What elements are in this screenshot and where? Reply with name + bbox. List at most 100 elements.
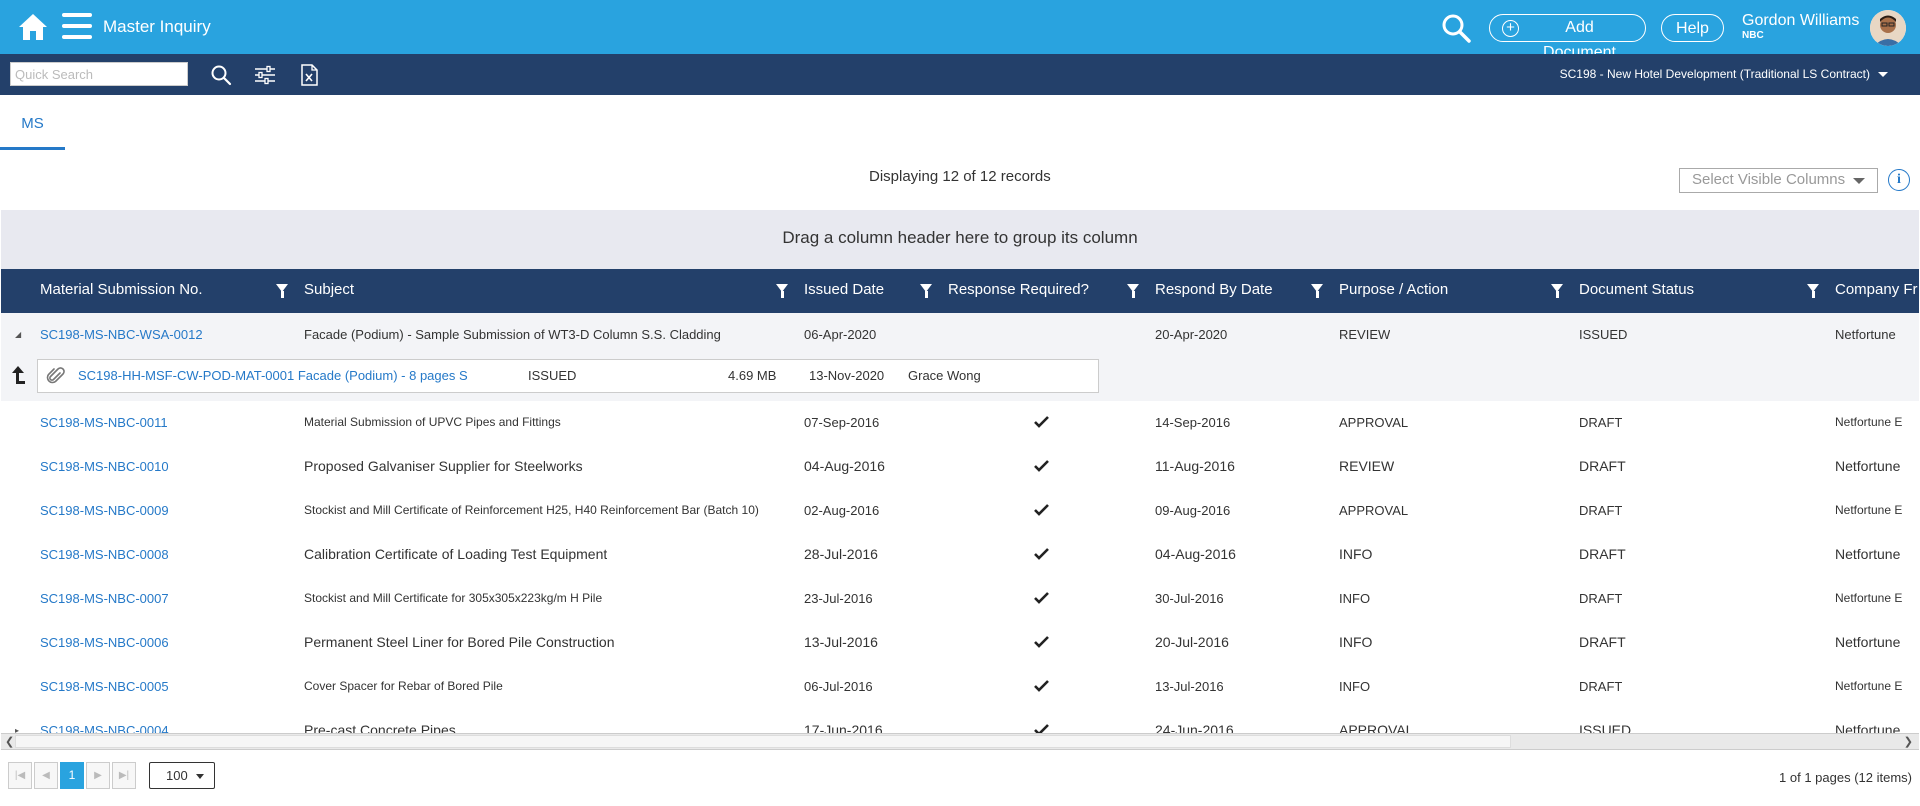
table-row[interactable]: SC198-MS-NBC-0008 Calibration Certificate… xyxy=(1,533,1919,576)
submission-no-link[interactable]: SC198-MS-NBC-0005 xyxy=(40,665,169,708)
company-cell: Netfortune xyxy=(1835,722,1901,733)
prev-page-button[interactable]: ◀ xyxy=(34,762,58,789)
submission-no-link[interactable]: SC198-MS-NBC-0009 xyxy=(40,489,169,532)
next-page-button[interactable]: ▶ xyxy=(86,762,110,789)
scroll-left-icon[interactable]: ❮ xyxy=(5,735,14,748)
project-selector[interactable]: SC198 - New Hotel Development (Tradition… xyxy=(1560,67,1888,81)
status-cell: DRAFT xyxy=(1579,634,1626,650)
submission-no-link[interactable]: SC198-MS-NBC-WSA-0012 xyxy=(40,313,203,356)
column-header-response-required[interactable]: Response Required? xyxy=(948,269,1128,313)
group-by-drop-area[interactable]: Drag a column header here to group its c… xyxy=(1,210,1919,269)
horizontal-scrollbar[interactable]: ❮ ❯ xyxy=(1,733,1919,750)
submission-no-link[interactable]: SC198-MS-NBC-0008 xyxy=(40,533,169,576)
menu-icon[interactable] xyxy=(62,13,92,41)
scroll-right-icon[interactable]: ❯ xyxy=(1904,735,1913,748)
company-cell: Netfortune xyxy=(1835,634,1901,650)
project-name: SC198 - New Hotel Development (Tradition… xyxy=(1559,67,1870,81)
attachment-date: 13-Nov-2020 xyxy=(809,368,885,383)
collapse-icon[interactable]: ◢ xyxy=(15,313,21,356)
pager: |◀ ◀ 1 ▶ ▶| 100 1 of 1 pages (12 items) xyxy=(0,750,1920,806)
expand-icon[interactable]: ▸ xyxy=(15,709,19,733)
chevron-down-icon xyxy=(1878,72,1888,78)
table-row[interactable]: SC198-MS-NBC-0010 Proposed Galvaniser Sup… xyxy=(1,445,1919,488)
respond-by-cell: 14-Sep-2016 xyxy=(1155,415,1231,430)
avatar[interactable] xyxy=(1870,10,1906,46)
purpose-cell: INFO xyxy=(1339,546,1373,562)
top-bar: Master Inquiry + Add Document Help Gordo… xyxy=(0,0,1920,61)
checkmark-icon xyxy=(1034,504,1049,516)
status-cell: DRAFT xyxy=(1579,458,1626,474)
company-cell: Netfortune xyxy=(1835,458,1901,474)
excel-export-icon[interactable] xyxy=(298,64,320,86)
status-cell: DRAFT xyxy=(1579,591,1623,606)
checkmark-icon xyxy=(1034,548,1049,560)
tab-ms[interactable]: MS xyxy=(0,95,65,150)
filter-icon[interactable] xyxy=(1311,284,1323,298)
purpose-cell: INFO xyxy=(1339,634,1373,650)
page-button-current[interactable]: 1 xyxy=(60,762,84,789)
page-info: 1 of 1 pages (12 items) xyxy=(1779,770,1912,785)
company-cell: Netfortune xyxy=(1835,546,1901,562)
first-page-button[interactable]: |◀ xyxy=(8,762,32,789)
column-header-company-from[interactable]: Company Fr xyxy=(1835,269,1919,313)
submission-no-link[interactable]: SC198-MS-NBC-0004 xyxy=(40,709,169,733)
select-columns-label: Select Visible Columns xyxy=(1692,171,1846,188)
status-cell: ISSUED xyxy=(1579,722,1632,733)
quick-search-input[interactable] xyxy=(10,62,188,86)
table-row[interactable]: ◢ SC198-MS-NBC-WSA-0012 Facade (Podium) … xyxy=(1,313,1919,356)
table-row[interactable]: SC198-MS-NBC-0006 Permanent Steel Liner f… xyxy=(1,621,1919,664)
filter-icon[interactable] xyxy=(776,284,788,298)
submission-no-link[interactable]: SC198-MS-NBC-0010 xyxy=(40,445,169,488)
info-icon[interactable]: i xyxy=(1888,169,1910,191)
select-visible-columns-dropdown[interactable]: Select Visible Columns xyxy=(1679,168,1878,193)
respond-by-cell: 24-Jun-2016 xyxy=(1155,722,1234,733)
subject-cell: Calibration Certificate of Loading Test … xyxy=(304,546,608,562)
filter-icon[interactable] xyxy=(276,284,288,298)
column-header-document-status[interactable]: Document Status xyxy=(1579,269,1779,313)
chevron-down-icon xyxy=(196,774,204,779)
issued-date-cell: 02-Aug-2016 xyxy=(804,503,880,518)
filter-settings-icon[interactable] xyxy=(254,64,276,86)
table-row[interactable]: SC198-MS-NBC-0007 Stockist and Mill Certi… xyxy=(1,577,1919,620)
checkmark-icon xyxy=(1034,416,1049,428)
issued-date-cell: 23-Jul-2016 xyxy=(804,591,873,606)
column-header-respond-by-date[interactable]: Respond By Date xyxy=(1155,269,1305,313)
user-info[interactable]: Gordon Williams NBC xyxy=(1742,12,1859,41)
home-icon[interactable] xyxy=(18,12,48,42)
help-button[interactable]: Help xyxy=(1661,14,1724,42)
search-icon[interactable] xyxy=(1441,13,1471,43)
plus-circle-icon: + xyxy=(1502,20,1519,37)
last-page-button[interactable]: ▶| xyxy=(112,762,136,789)
respond-by-cell: 20-Jul-2016 xyxy=(1155,634,1229,650)
submission-no-link[interactable]: SC198-MS-NBC-0006 xyxy=(40,621,169,664)
status-cell: DRAFT xyxy=(1579,679,1623,694)
table-row[interactable]: ▸ SC198-MS-NBC-0004 Pre-cast Concrete Pipe… xyxy=(1,709,1919,733)
filter-icon[interactable] xyxy=(1807,284,1819,298)
column-header-purpose-action[interactable]: Purpose / Action xyxy=(1339,269,1539,313)
filter-icon[interactable] xyxy=(1551,284,1563,298)
page-size-select[interactable]: 100 xyxy=(149,762,215,789)
scrollbar-thumb[interactable] xyxy=(15,735,1511,748)
issued-date-cell: 06-Apr-2020 xyxy=(804,327,877,342)
column-header-issued-date[interactable]: Issued Date xyxy=(804,269,914,313)
chevron-down-icon xyxy=(1853,178,1865,184)
attachment-item[interactable]: SC198-HH-MSF-CW-POD-MAT-0001 Facade (Pod… xyxy=(37,359,1099,393)
table-row[interactable]: SC198-MS-NBC-0011 Material Submission of … xyxy=(1,401,1919,444)
issued-date-cell: 06-Jul-2016 xyxy=(804,679,873,694)
submission-no-link[interactable]: SC198-MS-NBC-0011 xyxy=(40,401,168,444)
attachment-uploader: Grace Wong xyxy=(908,368,981,383)
attachment-doc-link[interactable]: SC198-HH-MSF-CW-POD-MAT-0001 Facade (Pod… xyxy=(78,360,468,392)
table-row[interactable]: SC198-MS-NBC-0009 Stockist and Mill Certi… xyxy=(1,489,1919,532)
add-document-button[interactable]: + Add Document xyxy=(1489,14,1646,61)
column-header-subject[interactable]: Subject xyxy=(304,269,774,313)
subject-cell: Permanent Steel Liner for Bored Pile Con… xyxy=(304,634,615,650)
subject-cell: Material Submission of UPVC Pipes and Fi… xyxy=(304,415,561,429)
filter-icon[interactable] xyxy=(1127,284,1139,298)
search-icon[interactable] xyxy=(210,64,232,86)
purpose-cell: REVIEW xyxy=(1339,327,1391,342)
record-count: Displaying 12 of 12 records xyxy=(869,168,1051,185)
submission-no-link[interactable]: SC198-MS-NBC-0007 xyxy=(40,577,169,620)
table-row[interactable]: SC198-MS-NBC-0005 Cover Spacer for Rebar … xyxy=(1,665,1919,708)
column-header-material-submission-no[interactable]: Material Submission No. xyxy=(40,269,270,313)
filter-icon[interactable] xyxy=(920,284,932,298)
